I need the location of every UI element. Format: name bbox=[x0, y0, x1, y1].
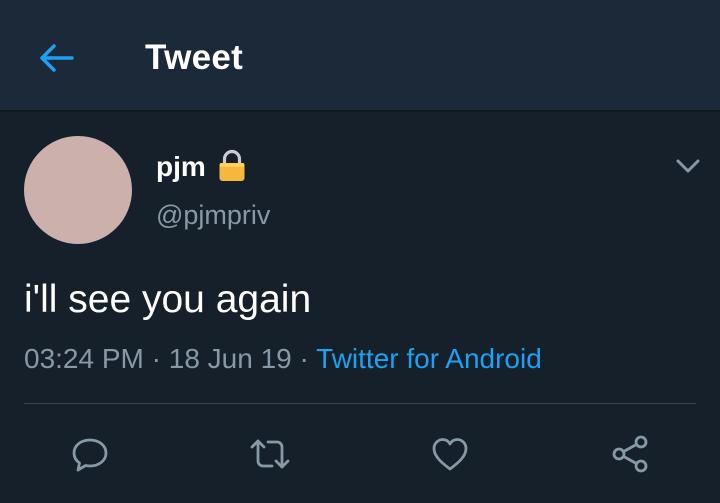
chevron-down-icon bbox=[676, 159, 700, 173]
page-title: Tweet bbox=[145, 38, 244, 77]
avatar[interactable] bbox=[24, 136, 132, 244]
arrow-left-icon bbox=[40, 44, 74, 72]
tweet-time: 03:24 PM bbox=[24, 343, 144, 374]
meta-separator: · bbox=[151, 343, 161, 374]
like-button[interactable] bbox=[422, 426, 478, 482]
tweet-source-link[interactable]: Twitter for Android bbox=[316, 343, 542, 374]
meta-separator: · bbox=[299, 343, 309, 374]
tweet-menu-button[interactable] bbox=[672, 150, 704, 182]
back-button[interactable] bbox=[30, 36, 82, 80]
top-app-bar: Tweet bbox=[0, 0, 720, 112]
heart-icon bbox=[432, 438, 468, 471]
reply-button[interactable] bbox=[62, 426, 118, 482]
share-button[interactable] bbox=[602, 426, 658, 482]
lock-icon bbox=[219, 149, 245, 181]
retweet-button[interactable] bbox=[242, 426, 298, 482]
tweet-text: i'll see you again bbox=[24, 278, 312, 321]
action-bar bbox=[0, 404, 720, 503]
retweet-icon bbox=[250, 439, 290, 469]
tweet-metadata: 03:24 PM · 18 Jun 19 · Twitter for Andro… bbox=[24, 341, 542, 377]
share-icon bbox=[612, 435, 648, 473]
tweet-date: 18 Jun 19 bbox=[168, 343, 292, 374]
reply-icon bbox=[72, 438, 108, 472]
author-handle[interactable]: @pjmpriv bbox=[156, 197, 270, 233]
author-display-name[interactable]: pjm bbox=[156, 150, 206, 184]
